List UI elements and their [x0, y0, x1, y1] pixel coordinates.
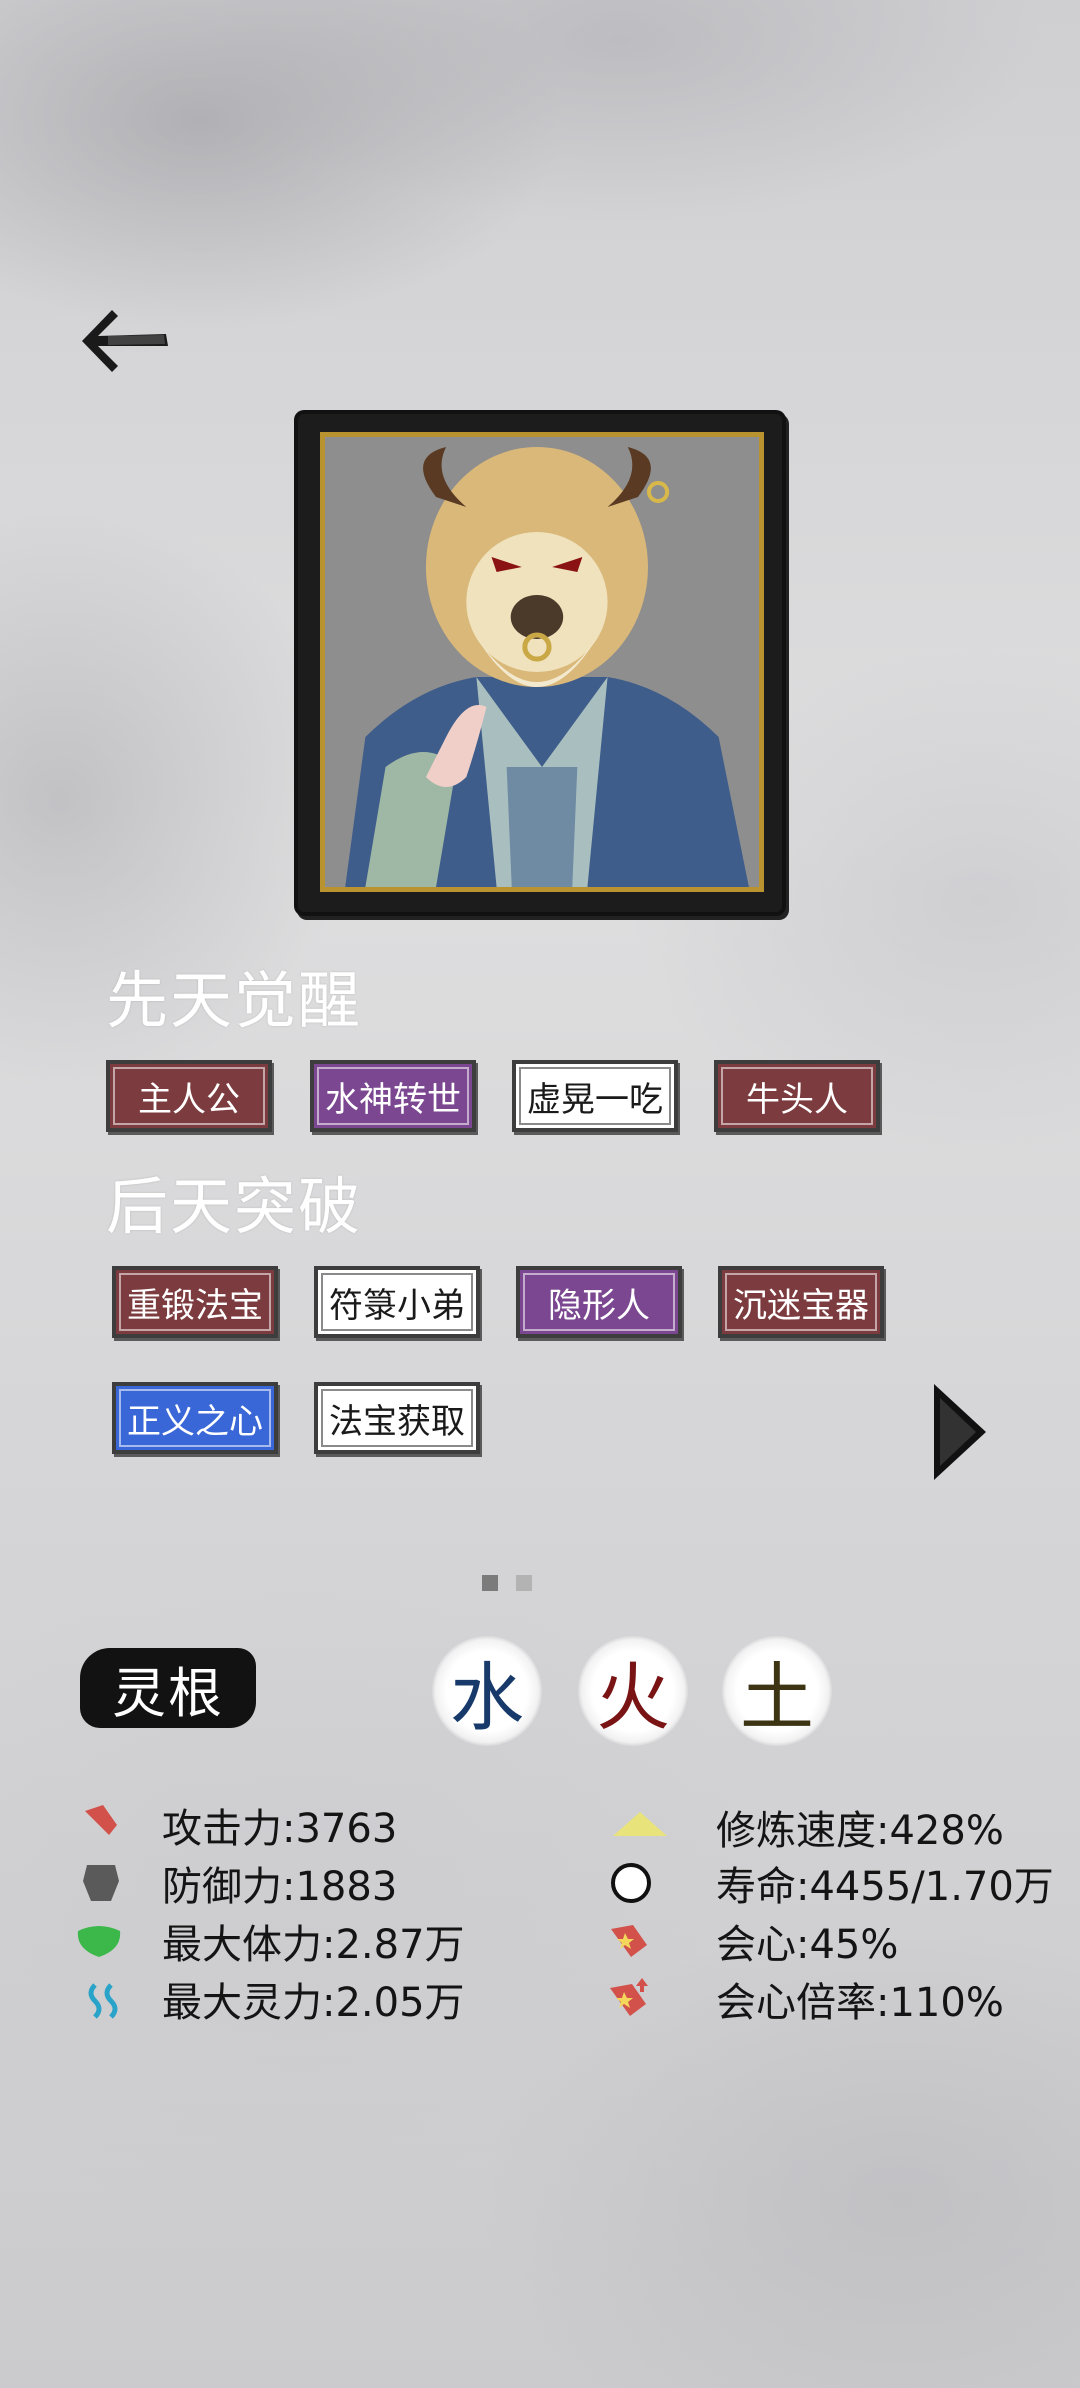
element-water: 水: [432, 1636, 542, 1746]
crit-multiplier-icon: [606, 1974, 652, 2020]
sword-icon: [78, 1798, 124, 1844]
spirit-icon: [80, 1978, 126, 2024]
innate-tag-minotaur[interactable]: 牛头人: [714, 1060, 880, 1132]
element-earth: 土: [722, 1636, 832, 1746]
page-dot-1[interactable]: [482, 1575, 498, 1591]
lifespan-stat: 寿命:4455/1.70万: [716, 1864, 1054, 1910]
attack-stat: 攻击力:3763: [162, 1806, 398, 1852]
back-button[interactable]: [78, 306, 170, 376]
linggen-label: 灵根: [80, 1648, 256, 1728]
cultivation-speed-icon: [610, 1800, 670, 1846]
innate-tag-protagonist[interactable]: 主人公: [106, 1060, 272, 1132]
crit-stat: 会心:45%: [716, 1922, 899, 1968]
play-arrow-icon: [934, 1384, 986, 1480]
acquired-tag-talisman[interactable]: 符箓小弟: [314, 1266, 480, 1338]
crit-icon: [606, 1918, 652, 1964]
crit-multiplier-stat: 会心倍率:110%: [716, 1980, 1004, 2026]
character-illustration: [325, 437, 759, 887]
element-fire: 火: [578, 1636, 688, 1746]
element-earth-char: 土: [740, 1654, 814, 1741]
acquired-tag-acquire[interactable]: 法宝获取: [314, 1382, 480, 1454]
acquired-tag-justice[interactable]: 正义之心: [112, 1382, 278, 1454]
innate-awakening-title: 先天觉醒: [106, 964, 363, 1037]
acquired-breakthrough-title: 后天突破: [106, 1170, 363, 1243]
element-fire-char: 火: [596, 1654, 670, 1741]
character-portrait: [320, 432, 764, 892]
shield-icon: [78, 1860, 124, 1906]
max-spirit-stat: 最大灵力:2.05万: [162, 1980, 465, 2026]
hp-icon: [76, 1918, 122, 1964]
lifespan-icon: [608, 1860, 654, 1906]
element-water-char: 水: [450, 1654, 524, 1741]
defense-stat: 防御力:1883: [162, 1864, 398, 1910]
next-page-button[interactable]: [930, 1380, 990, 1484]
innate-tag-feint[interactable]: 虚晃一吃: [512, 1060, 678, 1132]
max-hp-stat: 最大体力:2.87万: [162, 1922, 465, 1968]
cultivation-speed-stat: 修炼速度:428%: [716, 1808, 1004, 1854]
innate-tag-water-god[interactable]: 水神转世: [310, 1060, 476, 1132]
back-arrow-icon: [82, 310, 168, 372]
acquired-tag-treasure[interactable]: 沉迷宝器: [718, 1266, 884, 1338]
acquired-tag-invisible[interactable]: 隐形人: [516, 1266, 682, 1338]
character-portrait-frame: [298, 414, 782, 912]
acquired-tag-reforge[interactable]: 重锻法宝: [112, 1266, 278, 1338]
page-dot-2[interactable]: [516, 1575, 532, 1591]
